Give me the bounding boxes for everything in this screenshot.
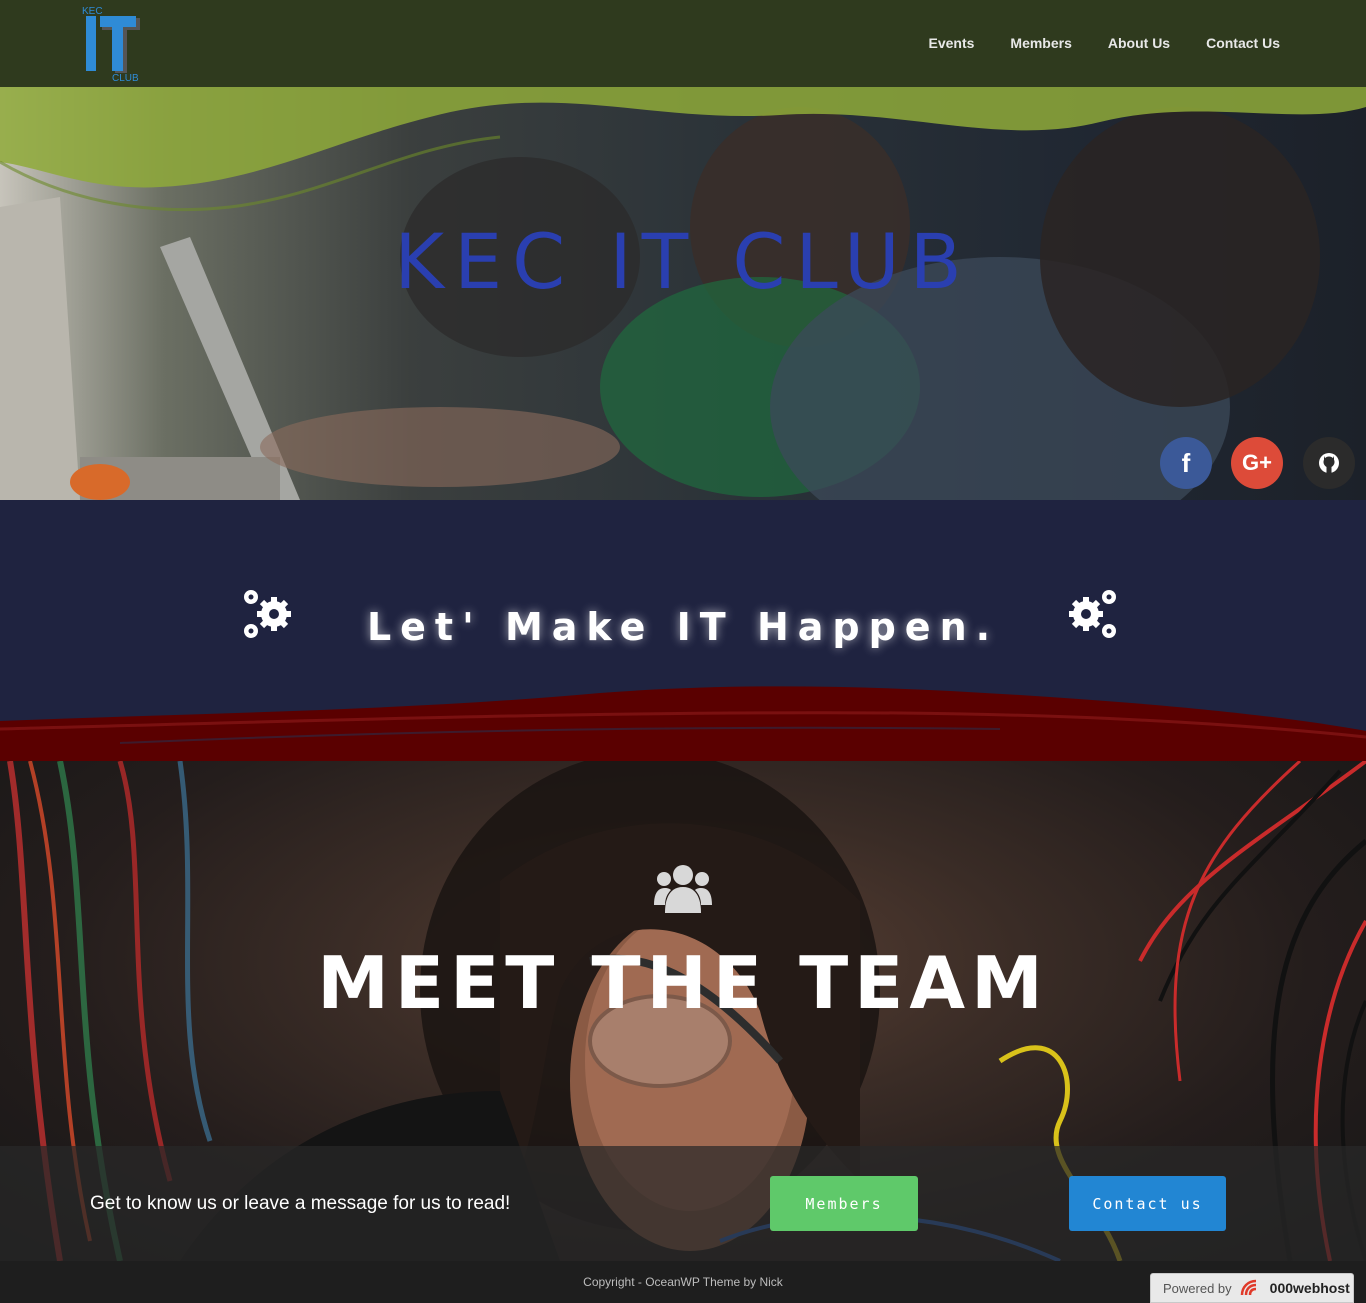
google-plus-icon: G+ <box>1242 450 1272 475</box>
powered-by-badge[interactable]: Powered by 000webhost <box>1150 1273 1354 1303</box>
red-wave-divider <box>0 686 1366 761</box>
tagline-text: Let' Make IT Happen. <box>366 605 1000 649</box>
google-plus-button[interactable]: G+ <box>1231 437 1283 489</box>
logo-top-text: KEC <box>82 6 103 17</box>
cta-bar: Get to know us or leave a message for us… <box>0 1146 1366 1261</box>
team-section: MEET THE TEAM Get to know us or leave a … <box>0 761 1366 1261</box>
logo-bottom-text: CLUB <box>112 73 139 84</box>
facebook-button[interactable]: f <box>1160 437 1212 489</box>
gears-icon <box>1069 590 1116 638</box>
nav-members[interactable]: Members <box>1010 35 1071 51</box>
users-icon <box>654 865 712 913</box>
powered-by-label: Powered by <box>1163 1280 1232 1296</box>
facebook-icon: f <box>1181 447 1191 478</box>
nav-about-us[interactable]: About Us <box>1108 35 1170 51</box>
cta-text: Get to know us or leave a message for us… <box>90 1193 511 1214</box>
github-button[interactable] <box>1303 437 1355 489</box>
main-nav: Events Members About Us Contact Us <box>928 35 1280 51</box>
nav-events[interactable]: Events <box>928 35 974 51</box>
members-button[interactable]: Members <box>770 1176 918 1231</box>
nav-contact-us[interactable]: Contact Us <box>1206 35 1280 51</box>
webhost-name: 000webhost <box>1269 1280 1350 1296</box>
webhost-logo-icon <box>1240 1279 1256 1296</box>
github-icon <box>1319 453 1339 473</box>
meet-the-team-title: MEET THE TEAM <box>317 941 1049 1025</box>
contact-us-button[interactable]: Contact us <box>1069 1176 1226 1231</box>
tagline-section: Let' Make IT Happen. <box>0 500 1366 761</box>
hero-title: KEC IT CLUB <box>394 217 972 306</box>
site-header: KEC CLUB Events Members About Us Contact… <box>0 0 1366 87</box>
site-footer: Copyright - OceanWP Theme by Nick Powere… <box>0 1261 1366 1303</box>
hero-section: KEC IT CLUB f G+ <box>0 87 1366 500</box>
kec-it-club-logo[interactable]: KEC CLUB <box>80 4 146 84</box>
